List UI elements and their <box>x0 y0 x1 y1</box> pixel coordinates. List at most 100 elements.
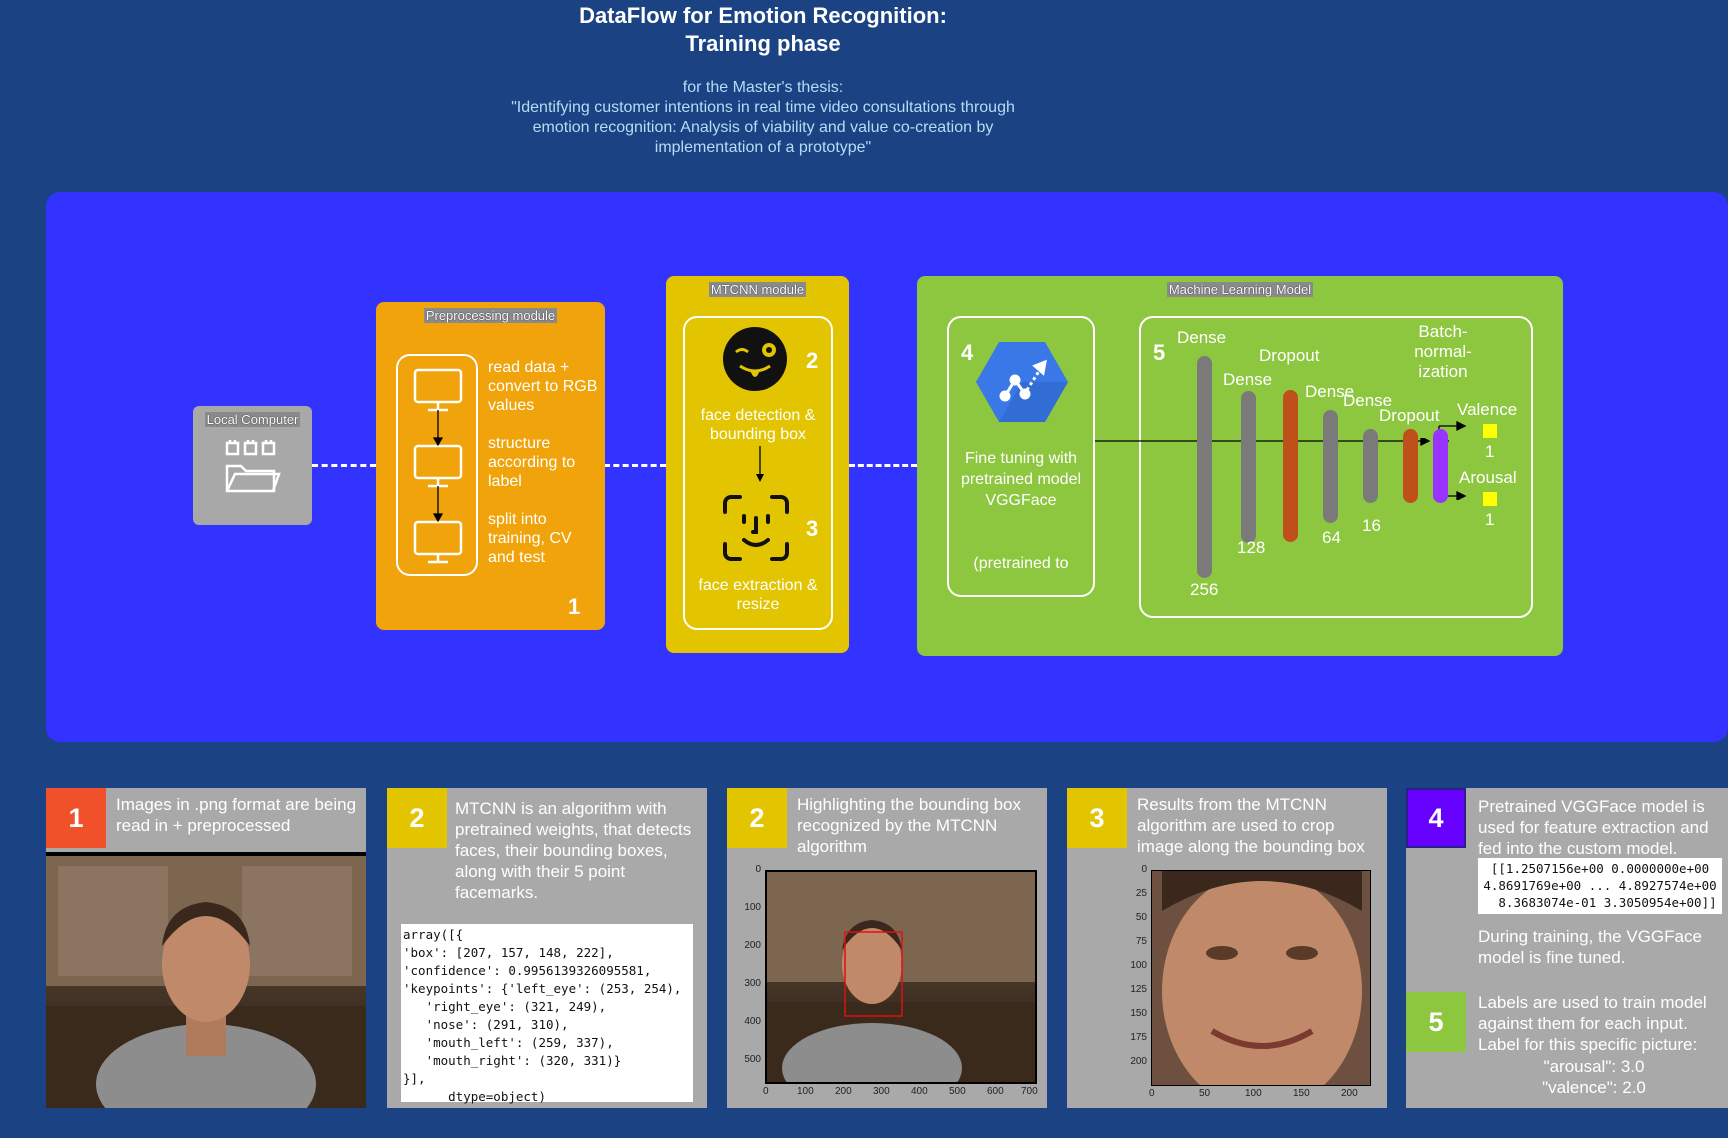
connector-mtcnn-ml <box>849 464 917 467</box>
page-subtitle: for the Master's thesis: "Identifying cu… <box>390 78 1136 158</box>
layer-label-dense-256: Dense <box>1177 328 1227 347</box>
layer-size-16: 16 <box>1362 516 1381 535</box>
mtcnn-arrow <box>756 446 764 482</box>
dense-256-bar <box>1197 356 1212 578</box>
valence-output-size: 1 <box>1485 442 1495 461</box>
bbox-ytick: 200 <box>744 940 761 951</box>
bbox-xtick: 700 <box>1021 1086 1038 1097</box>
card-model-labels: 4 Pretrained VGGFace model is used for f… <box>1406 788 1728 1108</box>
connector-preprocessing-mtcnn <box>604 464 666 467</box>
layer-size-256: 256 <box>1190 580 1219 599</box>
face-extraction-label: face extraction & resize <box>698 577 818 613</box>
card-preprocessing: 1 Images in .png format are being read i… <box>46 788 366 1108</box>
mtcnn-number-3: 3 <box>806 516 819 541</box>
bbox-face-illustration <box>767 872 1035 1082</box>
valence-label: Valence <box>1457 400 1518 419</box>
card-5-text-5: Labels are used to train model against t… <box>1478 993 1707 1054</box>
ml-model-label: Machine Learning Model <box>1166 282 1314 297</box>
card-3-text: Highlighting the bounding box recognized… <box>797 795 1022 856</box>
bbox-photo <box>765 870 1037 1084</box>
crop-ytick: 175 <box>1130 1032 1147 1043</box>
dropout-1-bar <box>1283 390 1298 542</box>
preprocessing-label: Preprocessing module <box>423 308 558 323</box>
label-arousal: "arousal": 3.0 <box>1543 1057 1645 1076</box>
bbox-ytick: 400 <box>744 1016 761 1027</box>
crop-xtick: 200 <box>1341 1088 1358 1099</box>
bbox-xtick: 600 <box>987 1086 1004 1097</box>
layer-label-dropout-2: Dropout <box>1379 406 1440 425</box>
batchnorm-line-2: normal- <box>1414 342 1472 361</box>
subtitle-line-2: "Identifying customer intentions in real… <box>511 99 1015 116</box>
batchnorm-line-3: ization <box>1418 362 1468 381</box>
card-5-badge-5: 5 <box>1406 992 1466 1052</box>
preprocessing-step-1: read data + convert to RGB values <box>488 359 598 414</box>
preprocessing-step-2: structure according to label <box>488 435 576 490</box>
layer-label-dense-128: Dense <box>1223 370 1273 389</box>
crop-ytick: 100 <box>1130 960 1147 971</box>
crop-ytick: 50 <box>1135 912 1147 923</box>
cropped-face-photo <box>1151 870 1371 1086</box>
crop-xtick: 0 <box>1149 1088 1155 1099</box>
card-1-badge: 1 <box>46 788 106 848</box>
crop-ytick: 25 <box>1135 888 1147 899</box>
cloud-ml-icon <box>976 342 1068 422</box>
bbox-xtick: 0 <box>763 1086 769 1097</box>
cropped-face-illustration <box>1152 871 1370 1085</box>
folder-chip-icon <box>225 440 281 493</box>
layer-size-64: 64 <box>1322 528 1341 547</box>
card-2-badge: 2 <box>387 788 447 848</box>
bbox-ytick: 500 <box>744 1054 761 1065</box>
preprocessing-module: Preprocessing module read data + convert… <box>376 302 605 630</box>
connector-local-preprocessing <box>312 464 376 467</box>
local-computer-node: Local Computer <box>193 406 312 525</box>
preprocessing-number: 1 <box>568 594 581 619</box>
card-cropped-face: 3 Results from the MTCNN algorithm are u… <box>1067 788 1387 1108</box>
mtcnn-label: MTCNN module <box>708 282 807 297</box>
bbox-ytick: 0 <box>755 864 761 875</box>
card-mtcnn-output: 2 MTCNN is an algorithm with pretrained … <box>387 788 707 1108</box>
card-3-badge: 2 <box>727 788 787 848</box>
layer-size-128: 128 <box>1237 538 1266 557</box>
crop-xtick: 100 <box>1245 1088 1262 1099</box>
label-valence: "valence": 2.0 <box>1542 1078 1646 1097</box>
finetune-pretrained-note: (pretrained to <box>973 555 1069 572</box>
bbox-xtick: 100 <box>797 1086 814 1097</box>
bbox-xtick: 500 <box>949 1086 966 1097</box>
batchnorm-bar <box>1433 429 1448 503</box>
bbox-ytick: 300 <box>744 978 761 989</box>
winking-face-icon <box>723 327 787 391</box>
bbox-xtick: 200 <box>835 1086 852 1097</box>
dense-128-bar <box>1241 391 1256 543</box>
arousal-output-size: 1 <box>1485 510 1495 529</box>
dropout-2-bar <box>1403 429 1418 503</box>
crop-ytick: 150 <box>1130 1008 1147 1019</box>
dense-64-bar <box>1323 410 1338 523</box>
face-detection-label: face detection & bounding box <box>700 407 816 443</box>
arousal-output-node <box>1483 492 1497 506</box>
ml-model-module: Machine Learning Model 4 Fine tuning wit… <box>917 276 1563 656</box>
card-4-text: Results from the MTCNN algorithm are use… <box>1137 795 1365 856</box>
crop-ytick: 200 <box>1130 1056 1147 1067</box>
card-5-badge-4: 4 <box>1406 788 1466 848</box>
dense-16-bar <box>1363 429 1378 503</box>
bbox-x-axis: 0 100 200 300 400 500 600 700 <box>763 1086 1045 1102</box>
card-2-text: MTCNN is an algorithm with pretrained we… <box>455 799 692 902</box>
title-line-2: Training phase <box>685 31 841 56</box>
page-title: DataFlow for Emotion Recognition: Traini… <box>430 2 1096 58</box>
finetune-label: Fine tuning with pretrained model VGGFac… <box>960 450 1082 509</box>
vggface-feature-output: [[1.2507156e+00 0.0000000e+00 4.8691769e… <box>1478 858 1722 914</box>
card-1-photo <box>46 852 366 1108</box>
crop-xtick: 150 <box>1293 1088 1310 1099</box>
preprocessing-steps-frame <box>396 354 478 576</box>
subtitle-line-4: implementation of a prototype" <box>654 139 872 156</box>
card-5-text-4b: During training, the VGGFace model is fi… <box>1478 927 1702 967</box>
crop-x-axis: 0 50 100 150 200 <box>1149 1088 1381 1104</box>
bbox-ytick: 100 <box>744 902 761 913</box>
arousal-label: Arousal <box>1459 468 1517 487</box>
face-photo-illustration <box>46 856 366 1108</box>
face-id-icon <box>723 495 789 561</box>
subtitle-line-1: for the Master's thesis: <box>682 79 844 96</box>
card-5-text-4: Pretrained VGGFace model is used for fea… <box>1478 797 1709 858</box>
subtitle-line-3: emotion recognition: Analysis of viabili… <box>532 119 994 136</box>
local-computer-label: Local Computer <box>204 412 301 427</box>
